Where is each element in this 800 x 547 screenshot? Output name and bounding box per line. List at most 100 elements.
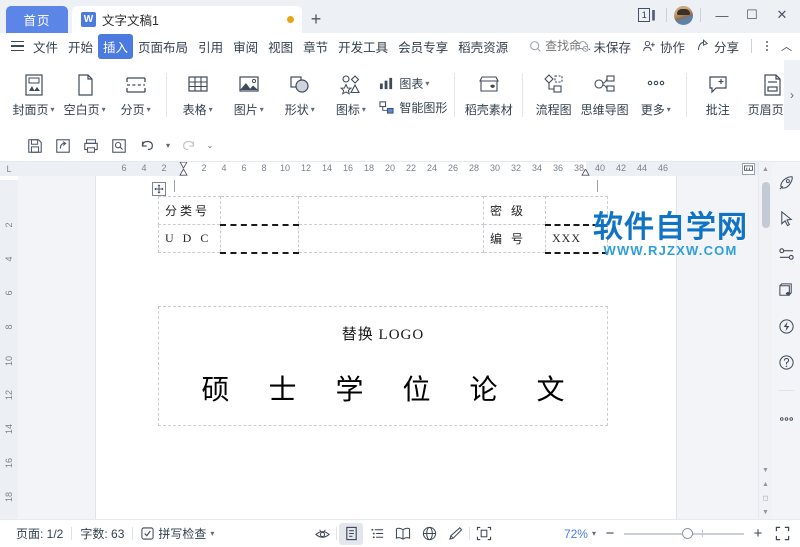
thesis-title-text[interactable]: 硕 士 学 位 论 文	[159, 368, 607, 408]
reading-view-button[interactable]	[391, 523, 415, 545]
maximize-button[interactable]: ☐	[738, 4, 766, 26]
cover-info-table[interactable]: 分类号 密 级 U D C 编 号 XXX	[158, 196, 608, 254]
cell-udc-label[interactable]: U D C	[158, 224, 221, 253]
close-button[interactable]: ✕	[768, 4, 796, 26]
ribbon-chart-button[interactable]: 图表 ▾	[378, 75, 447, 92]
sliders-icon[interactable]	[775, 244, 797, 264]
menu-item-docer-resources[interactable]: 稻壳资源	[453, 34, 513, 59]
avatar[interactable]	[674, 5, 693, 25]
zoom-dropdown-caret[interactable]: ▾	[592, 529, 596, 538]
rocket-icon[interactable]	[775, 172, 797, 192]
spellcheck-toggle[interactable]: 拼写检查 ▾	[133, 525, 222, 542]
word-count-indicator[interactable]: 字数: 63	[72, 525, 132, 542]
hamburger-menu-icon[interactable]	[6, 40, 28, 52]
document-page[interactable]: 分类号 密 级 U D C 编 号 XXX 替换 LOGO 硕 士 学 位 论 …	[96, 176, 676, 519]
logo-placeholder-text[interactable]: 替换 LOGO	[159, 323, 607, 344]
horizontal-ruler[interactable]: 6 4 2 2 4 6 8 10 12 14 16 18 20 22 24 26…	[18, 162, 758, 176]
page-indicator[interactable]: 页面: 1/2	[8, 525, 71, 542]
cell-number-label[interactable]: 编 号	[483, 224, 546, 253]
undo-button[interactable]	[134, 134, 160, 158]
ribbon-blank-page-button[interactable]: 空白页 ▾	[59, 64, 110, 126]
fullscreen-button[interactable]	[772, 524, 792, 544]
page-count-icon[interactable]: 1 |||	[633, 4, 659, 26]
save-state-button[interactable]: 未保存	[571, 35, 635, 58]
outline-view-button[interactable]	[365, 523, 389, 545]
more-options-icon[interactable]	[760, 41, 774, 51]
cell-spacer-bottom[interactable]	[298, 224, 484, 253]
title-block[interactable]: 替换 LOGO 硕 士 学 位 论 文	[158, 306, 608, 426]
menu-item-member-exclusive[interactable]: 会员专享	[393, 34, 453, 59]
ruler-toggle-button[interactable]	[742, 163, 755, 175]
cell-udc-value[interactable]	[220, 224, 299, 254]
print-button[interactable]	[78, 134, 104, 158]
previous-page-button[interactable]: ▲	[759, 477, 773, 491]
menu-item-section[interactable]: 章节	[298, 34, 333, 59]
menu-item-file[interactable]: 文件	[28, 34, 63, 59]
ribbon-picture-button[interactable]: 图片 ▾	[223, 64, 274, 126]
ribbon-mindmap-button[interactable]: 思维导图	[579, 64, 630, 126]
scroll-up-button[interactable]: ▲	[759, 162, 773, 176]
table-row[interactable]: 分类号 密 级	[158, 196, 608, 226]
undo-dropdown-caret[interactable]: ▾	[162, 141, 174, 150]
ribbon-shapes-button[interactable]: 形状 ▾	[274, 64, 325, 126]
document-tab[interactable]: W 文字文稿1	[72, 6, 302, 33]
cell-number-value[interactable]: XXX	[545, 224, 608, 254]
select-browse-object-button[interactable]: ◻	[759, 491, 773, 505]
table-move-handle[interactable]	[152, 182, 166, 196]
edit-pen-button[interactable]	[443, 523, 467, 545]
ribbon-flowchart-button[interactable]: 流程图	[528, 64, 579, 126]
cell-security-label[interactable]: 密 级	[483, 196, 546, 225]
menu-item-view[interactable]: 视图	[263, 34, 298, 59]
next-page-button[interactable]: ▼	[759, 505, 773, 519]
redo-button[interactable]	[176, 134, 202, 158]
right-indent-marker[interactable]	[581, 169, 590, 176]
share-button[interactable]: 分享	[692, 35, 743, 58]
ribbon-smartart-button[interactable]: 智能图形	[378, 99, 447, 116]
page-view-button[interactable]	[339, 522, 363, 545]
menu-item-home[interactable]: 开始	[63, 34, 98, 59]
zoom-in-button[interactable]: +	[748, 524, 768, 544]
zoom-out-button[interactable]: −	[600, 524, 620, 544]
help-icon[interactable]	[775, 352, 797, 372]
ribbon-cover-page-button[interactable]: 封面页 ▾	[8, 64, 59, 126]
ribbon-icons-button[interactable]: 图标 ▾	[325, 64, 376, 126]
ribbon-table-button[interactable]: 表格 ▾	[172, 64, 223, 126]
scrollbar-thumb[interactable]	[761, 182, 770, 228]
cell-spacer-top[interactable]	[298, 196, 484, 225]
zoom-level-label[interactable]: 72%	[564, 527, 588, 541]
fit-page-button[interactable]	[472, 523, 496, 545]
new-tab-button[interactable]: +	[302, 6, 330, 33]
vertical-scrollbar[interactable]: ▲ ▼ ▲ ◻ ▼	[758, 162, 772, 519]
menu-item-references[interactable]: 引用	[193, 34, 228, 59]
zoom-slider-knob[interactable]	[682, 528, 693, 539]
save-button[interactable]	[22, 134, 48, 158]
ribbon-more-button[interactable]: 更多 ▾	[630, 64, 681, 126]
table-row[interactable]: U D C 编 号 XXX	[158, 224, 608, 254]
ribbon-comment-button[interactable]: 批注	[692, 64, 743, 126]
collaborate-button[interactable]: 协作	[638, 35, 689, 58]
cursor-icon[interactable]	[775, 208, 797, 228]
menu-item-developer-tools[interactable]: 开发工具	[333, 34, 393, 59]
minimize-button[interactable]: —	[708, 4, 736, 26]
vertical-ruler[interactable]: L 2 4 6 8 10 12 14 16 18	[0, 162, 18, 519]
menu-item-page-layout[interactable]: 页面布局	[133, 34, 193, 59]
customize-quick-access-caret[interactable]: ⌄	[204, 141, 216, 150]
hanging-indent-marker[interactable]	[179, 169, 188, 176]
scrollbar-track[interactable]	[759, 176, 773, 463]
document-canvas[interactable]: 分类号 密 级 U D C 编 号 XXX 替换 LOGO 硕 士 学 位 论 …	[18, 176, 758, 519]
home-tab[interactable]: 首页	[6, 6, 68, 33]
resources-icon[interactable]	[775, 280, 797, 300]
menu-item-insert[interactable]: 插入	[98, 33, 134, 59]
first-line-indent-marker[interactable]	[179, 162, 188, 169]
more-icon[interactable]	[775, 409, 797, 429]
cell-classification-label[interactable]: 分类号	[158, 196, 221, 225]
zoom-slider[interactable]	[624, 528, 744, 540]
menu-item-review[interactable]: 审阅	[228, 34, 263, 59]
collapse-ribbon-button[interactable]: ︿	[777, 36, 796, 56]
save-as-button[interactable]	[50, 134, 76, 158]
ribbon-expand-button[interactable]: ›	[784, 60, 800, 130]
ribbon-docer-material-button[interactable]: 稻壳素材	[460, 64, 517, 126]
print-preview-button[interactable]	[106, 134, 132, 158]
eye-protection-icon[interactable]	[310, 523, 334, 545]
web-view-button[interactable]	[417, 523, 441, 545]
